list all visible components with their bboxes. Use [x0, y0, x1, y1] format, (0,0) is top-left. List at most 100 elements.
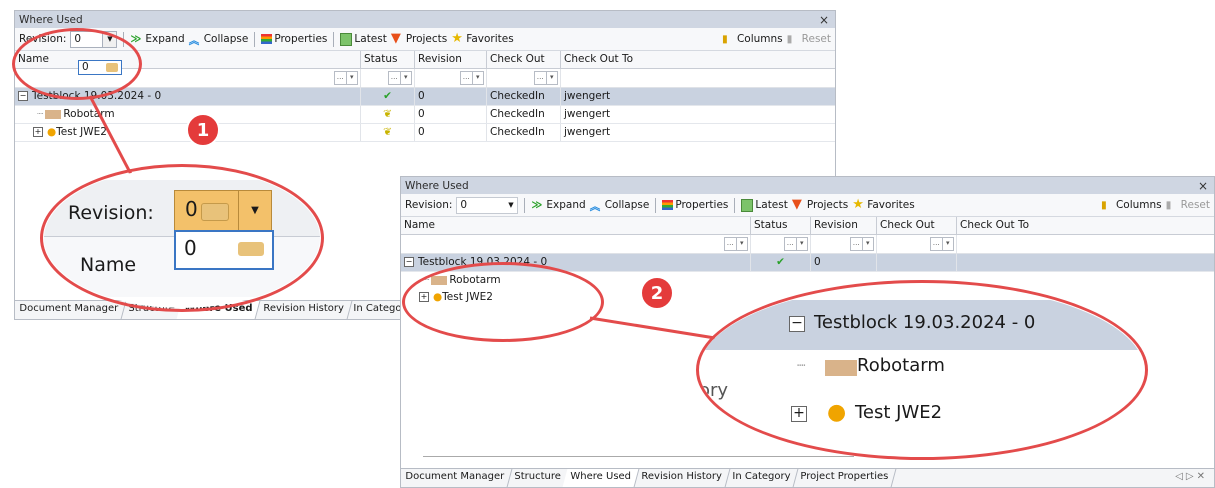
- assembly-icon: ●: [47, 126, 57, 138]
- column-header-revision[interactable]: Revision: [811, 217, 877, 234]
- expand-button[interactable]: ≫ Expand: [130, 33, 184, 46]
- reset-label: Reset: [801, 33, 831, 45]
- columns-button[interactable]: ▮ Columns: [1101, 199, 1162, 212]
- tab-document-manager[interactable]: Document Manager: [401, 469, 513, 487]
- reset-icon: ▮: [1165, 198, 1172, 211]
- latest-button[interactable]: Latest: [340, 32, 387, 46]
- filter-cell: [561, 69, 835, 87]
- row-revision: 0: [415, 88, 487, 105]
- collapse-button[interactable]: ︽ Collapse: [189, 33, 249, 47]
- projects-label: Projects: [405, 33, 448, 45]
- table-row[interactable]: ┈ Robotarm ❦ 0 CheckedIn jwengert: [15, 106, 835, 124]
- collapse-toggle-icon[interactable]: −: [404, 257, 414, 267]
- properties-button[interactable]: Properties: [662, 199, 728, 211]
- tab-structure[interactable]: Structure: [506, 469, 569, 487]
- properties-button[interactable]: Properties: [261, 33, 327, 45]
- filter-button[interactable]: … ▾: [784, 237, 808, 251]
- expand-toggle-icon[interactable]: +: [33, 127, 43, 137]
- latest-label: Latest: [354, 33, 387, 45]
- tab-project-properties[interactable]: Project Properties: [792, 469, 897, 487]
- annotation-circle-large-2: [696, 280, 1148, 460]
- filter-button[interactable]: … ▾: [930, 237, 954, 251]
- tab-revision-history[interactable]: Revision History: [255, 301, 352, 319]
- row-checkout: CheckedIn: [487, 124, 561, 141]
- step-badge-1: 1: [186, 113, 220, 147]
- filter-cell: … ▾: [487, 69, 561, 87]
- close-button[interactable]: ×: [1198, 179, 1208, 193]
- row-checkout-to: jwengert: [564, 126, 611, 138]
- column-header-status[interactable]: Status: [751, 217, 811, 234]
- collapse-toggle-icon[interactable]: −: [18, 91, 28, 101]
- tab-in-category[interactable]: In Category: [724, 469, 799, 487]
- annotation-circle-small-1: [12, 28, 142, 100]
- table-row[interactable]: + ●Test JWE2 ❦ 0 CheckedIn jwengert: [15, 124, 835, 142]
- panel-title: Where Used: [19, 13, 83, 26]
- filter-icon: ▼: [390, 30, 401, 46]
- chevron-down-icon[interactable]: ▼: [504, 197, 518, 213]
- row-checkout-to: jwengert: [564, 108, 611, 120]
- toolbar-separator: [524, 197, 526, 213]
- column-header-checkout-to[interactable]: Check Out To: [561, 51, 835, 68]
- expand-button[interactable]: ≫ Expand: [531, 199, 585, 212]
- filter-button[interactable]: … ▾: [850, 237, 874, 251]
- reset-button[interactable]: ▮ Reset: [787, 33, 831, 46]
- column-header-checkout-to[interactable]: Check Out To: [957, 217, 1214, 234]
- favorites-button[interactable]: ★ Favorites: [451, 32, 514, 46]
- tab-where-used[interactable]: Where Used: [562, 469, 640, 487]
- filter-cell: … ▾: [415, 69, 487, 87]
- horizontal-scrollbar[interactable]: [423, 456, 854, 457]
- revision-dropdown[interactable]: 0 ▼: [456, 196, 519, 214]
- assembly-status-icon: ❦: [383, 108, 392, 120]
- filter-cell: … ▾: [401, 235, 751, 253]
- favorites-button[interactable]: ★ Favorites: [852, 196, 914, 212]
- filter-button[interactable]: … ▾: [534, 71, 558, 85]
- columns-icon: ▮: [721, 32, 728, 45]
- expand-icon: ≫: [130, 32, 142, 45]
- latest-icon: [741, 198, 754, 212]
- toolbar: Revision: 0 ▼ ≫ Expand ︽ Collapse Properti…: [401, 194, 1214, 217]
- panel-titlebar: Where Used ×: [401, 177, 1214, 194]
- filter-button[interactable]: … ▾: [334, 71, 358, 85]
- panel-title: Where Used: [405, 179, 469, 192]
- projects-label: Projects: [806, 199, 849, 211]
- annotation-circle-small-2: [402, 262, 604, 342]
- projects-button[interactable]: ▼ Projects: [390, 30, 448, 46]
- columns-label: Columns: [736, 33, 783, 45]
- expand-label: Expand: [546, 199, 586, 211]
- tab-scroll-arrows[interactable]: ◁▷✕: [1169, 469, 1214, 487]
- revision-value: 0: [460, 199, 468, 211]
- filter-cell: … ▾: [877, 235, 957, 253]
- column-header-checkout[interactable]: Check Out: [487, 51, 561, 68]
- row-revision: 0: [415, 124, 487, 141]
- favorites-label: Favorites: [466, 33, 514, 45]
- filter-cell: … ▾: [751, 235, 811, 253]
- filter-button[interactable]: … ▾: [460, 71, 484, 85]
- column-header-status[interactable]: Status: [361, 51, 415, 68]
- latest-label: Latest: [755, 199, 788, 211]
- revision-label: Revision:: [405, 199, 453, 211]
- close-button[interactable]: ×: [819, 13, 829, 27]
- column-header-revision[interactable]: Revision: [415, 51, 487, 68]
- latest-button[interactable]: Latest: [741, 198, 788, 212]
- properties-label: Properties: [675, 199, 729, 211]
- tab-revision-history[interactable]: Revision History: [633, 469, 730, 487]
- table-row[interactable]: − Testblock 19.03.2024 - 0 ✔ 0 CheckedIn …: [15, 88, 835, 106]
- row-checkout: CheckedIn: [487, 88, 561, 105]
- checked-in-icon: ✔: [776, 256, 785, 268]
- properties-label: Properties: [274, 33, 328, 45]
- row-revision: 0: [811, 254, 877, 271]
- filter-button[interactable]: … ▾: [388, 71, 412, 85]
- column-header-checkout[interactable]: Check Out: [877, 217, 957, 234]
- column-header-name[interactable]: Name: [401, 217, 751, 234]
- collapse-button[interactable]: ︽ Collapse: [590, 199, 650, 213]
- columns-button[interactable]: ▮ Columns: [722, 33, 783, 46]
- assembly-status-icon: ❦: [383, 126, 392, 138]
- reset-button[interactable]: ▮ Reset: [1166, 199, 1210, 212]
- latest-icon: [340, 32, 353, 46]
- annotation-circle-large-1: [40, 164, 324, 312]
- tab-document-manager[interactable]: Document Manager: [15, 301, 127, 319]
- filter-button[interactable]: … ▾: [724, 237, 748, 251]
- star-icon: ★: [852, 196, 864, 212]
- filter-cell: … ▾: [811, 235, 877, 253]
- projects-button[interactable]: ▼ Projects: [792, 198, 849, 212]
